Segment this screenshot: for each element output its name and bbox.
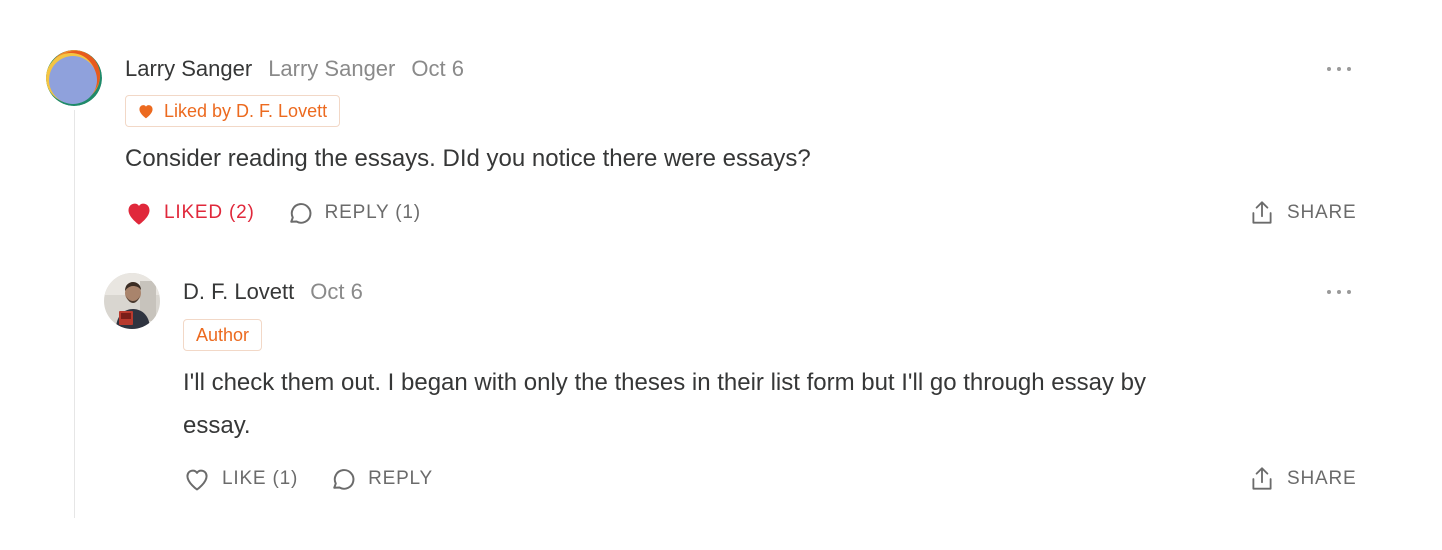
author-badge: Author [183, 319, 263, 351]
comment-date[interactable]: Oct 6 [411, 56, 464, 82]
comment-actions: LIKE (1) REPLY [183, 465, 433, 493]
like-button[interactable]: LIKED (2) [125, 200, 255, 226]
comment-header: Larry Sanger Larry Sanger Oct 6 [125, 56, 464, 82]
comment-date[interactable]: Oct 6 [310, 279, 363, 305]
share-button[interactable]: SHARE [1249, 199, 1356, 227]
author-name[interactable]: Larry Sanger [125, 56, 252, 82]
badge-label: Author [196, 324, 250, 345]
share-label: SHARE [1287, 468, 1357, 489]
comment-header: D. F. Lovett Oct 6 [183, 279, 363, 305]
comment-body-line: I'll check them out. I began with only t… [183, 369, 1146, 396]
like-button[interactable]: LIKE (1) [183, 466, 298, 492]
heart-icon [137, 103, 155, 119]
comment-body: I'll check them out. I began with only t… [183, 361, 1146, 447]
more-dots-icon[interactable] [1327, 66, 1351, 72]
share-button[interactable]: SHARE [1249, 465, 1356, 493]
share-label: SHARE [1287, 202, 1357, 223]
avatar[interactable] [46, 50, 102, 106]
comment-body-line: essay. [183, 412, 251, 439]
reply-label: REPLY [368, 468, 433, 489]
author-name[interactable]: D. F. Lovett [183, 279, 294, 305]
comment-bubble-icon [289, 203, 312, 224]
heart-icon [128, 203, 150, 225]
comment-actions: LIKED (2) REPLY (1) [125, 199, 421, 227]
reply-button[interactable]: REPLY (1) [286, 199, 421, 227]
like-label: LIKED (2) [164, 202, 255, 223]
comment-bubble-icon [333, 469, 355, 490]
badge-label: Liked by D. F. Lovett [164, 100, 328, 121]
share-icon [1252, 201, 1272, 224]
share-icon [1252, 467, 1272, 490]
thread-line [74, 110, 75, 518]
reply-label: REPLY (1) [324, 202, 421, 223]
avatar[interactable] [104, 273, 160, 329]
more-dots-icon[interactable] [1327, 289, 1351, 295]
like-label: LIKE (1) [222, 468, 299, 489]
author-handle[interactable]: Larry Sanger [268, 56, 395, 82]
comment-body: Consider reading the essays. DId you not… [125, 145, 811, 172]
heart-icon [186, 469, 208, 491]
liked-by-author-badge: Liked by D. F. Lovett [125, 95, 341, 127]
reply-button[interactable]: REPLY [329, 465, 433, 493]
